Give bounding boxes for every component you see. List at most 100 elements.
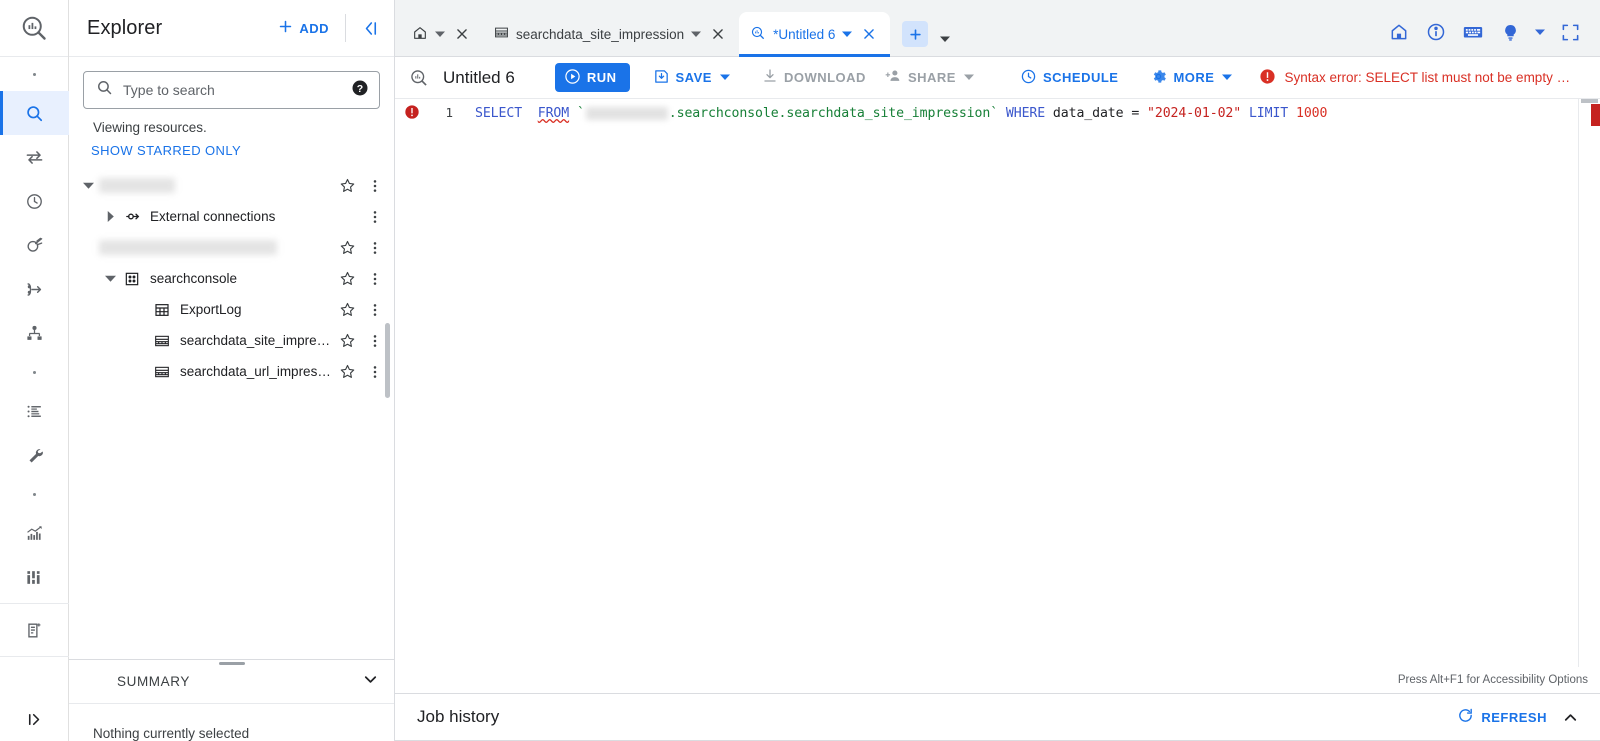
query-toolbar: Untitled 6 RUN SAVE DOWNLOAD SHARE SCHED… — [395, 57, 1600, 99]
more-button-label: MORE — [1173, 70, 1215, 85]
show-starred-only-link[interactable]: SHOW STARRED ONLY — [69, 135, 394, 158]
chevron-right-icon[interactable] — [99, 211, 121, 222]
chevron-down-icon[interactable] — [99, 273, 121, 284]
header-help-caret[interactable] — [1533, 18, 1547, 46]
add-tab-icon[interactable] — [902, 21, 929, 47]
close-icon[interactable] — [859, 24, 879, 44]
sql-space-4 — [1241, 106, 1249, 121]
tree-scrollbar[interactable] — [385, 323, 390, 398]
star-icon[interactable] — [334, 328, 360, 354]
view-table-icon — [151, 333, 173, 349]
rail-item-monitoring[interactable] — [0, 511, 69, 555]
rail-item-analytics-hub[interactable] — [0, 223, 69, 267]
rail-dot-2 — [0, 355, 69, 389]
error-filled-icon — [1259, 68, 1276, 88]
tab-searchdata-site-impression[interactable]: searchdata_site_impression — [483, 12, 739, 56]
query-icon — [750, 25, 766, 44]
explorer-header: Explorer ADD — [69, 0, 394, 57]
rail-item-expand[interactable] — [0, 697, 69, 741]
more-options-icon[interactable] — [362, 173, 388, 199]
rail-item-data-lineage[interactable] — [0, 311, 69, 355]
sql-editor[interactable]: 1 SELECT FROM ` .searchconsole.searchdata… — [395, 99, 1600, 667]
more-options-icon[interactable] — [362, 266, 388, 292]
tree-node-label: ExportLog — [180, 302, 242, 317]
schedule-button-label: SCHEDULE — [1042, 70, 1119, 85]
star-icon[interactable] — [334, 297, 360, 323]
star-icon[interactable] — [334, 173, 360, 199]
more-options-icon[interactable] — [362, 204, 388, 230]
summary-header[interactable]: SUMMARY — [69, 660, 394, 704]
bigquery-logo-icon[interactable] — [0, 0, 68, 57]
chevron-down-icon[interactable] — [361, 670, 380, 694]
view-table-icon — [151, 364, 173, 380]
editor-minimap[interactable] — [1578, 99, 1600, 667]
tree-node-external-connections[interactable]: External connections — [69, 201, 394, 232]
more-options-icon[interactable] — [362, 235, 388, 261]
sql-keyword-where: WHERE — [1005, 106, 1046, 121]
star-icon[interactable] — [334, 359, 360, 385]
chevron-down-icon[interactable] — [1222, 70, 1233, 85]
rail-item-scheduled-queries[interactable] — [0, 179, 69, 223]
svg-text:?: ? — [357, 82, 363, 94]
rail-item-job-history[interactable] — [0, 389, 69, 433]
chevron-down-icon[interactable] — [940, 34, 951, 44]
tree-node-label: External connections — [150, 209, 276, 224]
header-home-button[interactable] — [1385, 18, 1413, 46]
rail-item-search[interactable] — [0, 91, 69, 135]
run-button[interactable]: RUN — [554, 63, 630, 92]
code-line-1: SELECT FROM ` .searchconsole.searchdata_s… — [475, 104, 1600, 123]
tree-node-dataset-searchconsole[interactable]: searchconsole — [69, 263, 394, 294]
header-keyboard-shortcuts-button[interactable] — [1459, 18, 1487, 46]
rail-item-bi-engine[interactable] — [0, 555, 69, 599]
collapse-panel-icon[interactable] — [354, 12, 386, 44]
star-icon[interactable] — [334, 235, 360, 261]
tree-node-project-1[interactable]: xxxxxxxx — [69, 170, 394, 201]
panel-resize-handle[interactable] — [218, 662, 245, 665]
minimap-scroll-thumb[interactable] — [1581, 99, 1598, 103]
chevron-down-icon[interactable] — [691, 29, 702, 39]
star-icon[interactable] — [334, 266, 360, 292]
sql-space-1 — [522, 106, 538, 121]
header-info-button[interactable] — [1422, 18, 1450, 46]
error-filled-icon[interactable] — [404, 104, 420, 125]
query-title[interactable]: Untitled 6 — [443, 68, 515, 88]
chevron-down-icon[interactable] — [719, 70, 730, 85]
header-fullscreen-button[interactable] — [1556, 18, 1584, 46]
rail-item-notebooks[interactable] — [0, 608, 69, 652]
header-help-button[interactable] — [1496, 18, 1524, 46]
search-box[interactable]: ? — [83, 71, 380, 109]
tree-node-table-exportlog[interactable]: ExportLog — [69, 294, 394, 325]
download-button[interactable]: DOWNLOAD — [753, 62, 875, 93]
save-button[interactable]: SAVE — [644, 62, 739, 94]
query-error-message: Syntax error: SELECT list must not be em… — [1259, 68, 1570, 88]
more-options-icon[interactable] — [362, 297, 388, 323]
header-divider — [345, 14, 346, 42]
view-table-icon — [494, 25, 509, 43]
tree-node-project-2[interactable]: xxxxxxxxxxxxxxxxxxxx — [69, 232, 394, 263]
tab-home[interactable] — [401, 12, 483, 56]
share-person-icon — [884, 67, 902, 88]
help-filled-icon[interactable]: ? — [351, 79, 369, 102]
schedule-button[interactable]: SCHEDULE — [1011, 62, 1128, 94]
editor-code-area[interactable]: SELECT FROM ` .searchconsole.searchdata_s… — [453, 99, 1600, 667]
editor-error-marker[interactable] — [1591, 104, 1600, 126]
rail-item-admin[interactable] — [0, 433, 69, 477]
more-button[interactable]: MORE — [1141, 62, 1241, 94]
add-button[interactable]: ADD — [269, 12, 337, 44]
rail-item-dataflow[interactable] — [0, 267, 69, 311]
close-icon[interactable] — [708, 24, 728, 44]
chevron-up-icon[interactable] — [1557, 704, 1584, 731]
tab-untitled-6[interactable]: *Untitled 6 — [739, 12, 891, 57]
header-actions — [1385, 18, 1600, 56]
chevron-down-icon[interactable] — [842, 29, 853, 39]
chevron-down-icon[interactable] — [435, 29, 445, 39]
refresh-button[interactable]: REFRESH — [1457, 707, 1547, 727]
close-icon[interactable] — [452, 24, 472, 44]
tree-node-table-searchdata-site-impression[interactable]: searchdata_site_impres… — [69, 325, 394, 356]
share-button[interactable]: SHARE — [875, 61, 983, 94]
tree-node-table-searchdata-url-impression[interactable]: searchdata_url_impress… — [69, 356, 394, 387]
chevron-down-icon[interactable] — [77, 180, 99, 191]
chevron-down-icon[interactable] — [963, 70, 974, 85]
search-input[interactable] — [123, 82, 351, 98]
rail-item-data-transfers[interactable] — [0, 135, 69, 179]
